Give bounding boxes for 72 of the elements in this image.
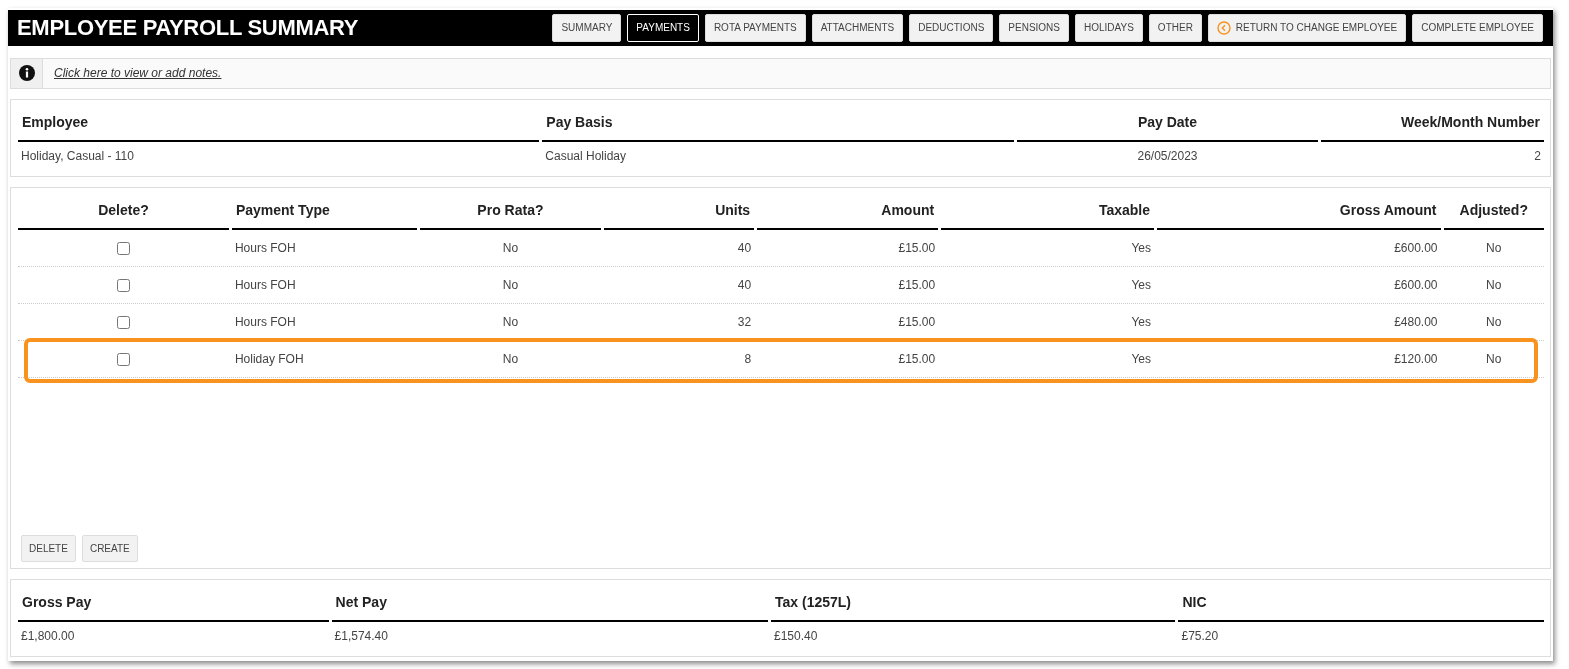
table-cell-text: £120.00 (1393, 351, 1439, 369)
table-cell-text: No (501, 314, 520, 332)
table-cell-text: £480.00 (1393, 314, 1439, 332)
table-cell-text: No (1485, 277, 1503, 295)
table-cell-text: Casual Holiday (544, 148, 628, 166)
table-cell-text: No (1485, 240, 1503, 258)
column-header: Units (603, 192, 755, 231)
table-cell-text: £15.00 (897, 277, 937, 295)
column-header: Net Pay (331, 584, 768, 622)
back-chevron-icon (1216, 20, 1231, 35)
table-cell-text: 40 (736, 277, 753, 295)
table-cell-text: Hours FOH (233, 240, 297, 258)
column-header: Pay Basis (542, 104, 1014, 143)
table-cell-text: Yes (1130, 351, 1153, 369)
column-header: Taxable (941, 192, 1155, 231)
delete-checkbox[interactable] (116, 241, 130, 255)
table-cell-text: 32 (736, 314, 753, 332)
column-header: Gross Pay (18, 584, 329, 622)
nav-tab[interactable]: PAYMENTS (627, 13, 699, 42)
column-header: Amount (757, 192, 939, 231)
delete-checkbox[interactable] (116, 278, 130, 292)
column-header: Pro Rata? (419, 192, 601, 231)
column-header: Pay Date (1016, 104, 1319, 143)
table-cell-text: £75.20 (1180, 628, 1220, 645)
nav-tab[interactable]: ATTACHMENTS (811, 13, 904, 42)
column-header: Gross Amount (1157, 192, 1441, 231)
table-cell-text: £600.00 (1393, 240, 1439, 258)
delete-checkbox[interactable] (116, 315, 130, 329)
column-header: Adjusted? (1443, 192, 1544, 231)
nav-tab[interactable]: HOLIDAYS (1075, 13, 1143, 42)
info-icon (18, 65, 35, 82)
table-cell-text: £15.00 (897, 314, 937, 332)
column-header: Employee (18, 104, 540, 143)
table-cell-text: 26/05/2023 (1136, 148, 1199, 166)
table-cell-text: £1,574.40 (333, 628, 389, 645)
table-cell-text: Holiday, Casual - 110 (20, 148, 135, 166)
table-cell-text: Yes (1130, 277, 1153, 295)
table-cell-text: Hours FOH (233, 314, 297, 332)
table-cell-text: No (501, 351, 520, 369)
column-header: Payment Type (231, 192, 417, 231)
return-button[interactable]: RETURN TO CHANGE EMPLOYEE (1207, 13, 1407, 42)
table-cell-text: 8 (743, 351, 753, 369)
nav-tab[interactable]: DEDUCTIONS (909, 13, 994, 42)
table-cell-text: Hours FOH (233, 277, 297, 295)
column-header: Tax (1257L) (771, 584, 1176, 622)
table-cell-text: 40 (736, 240, 753, 258)
action-button[interactable]: CREATE (81, 535, 138, 562)
column-header: Week/Month Number (1321, 104, 1544, 143)
nav-tab[interactable]: COMPLETE EMPLOYEE (1412, 13, 1543, 42)
notes-link[interactable]: Click here to view or add notes. (54, 66, 222, 81)
delete-checkbox[interactable] (116, 352, 130, 366)
column-header: NIC (1178, 584, 1544, 622)
table-cell-text: No (1485, 351, 1503, 369)
table-cell-text: 2 (1533, 148, 1542, 166)
table-cell-text: Yes (1130, 240, 1153, 258)
table-cell-text: £15.00 (897, 351, 937, 369)
nav-tab[interactable]: SUMMARY (552, 13, 622, 42)
nav-tab[interactable]: OTHER (1148, 13, 1202, 42)
table-cell-text: £150.40 (773, 628, 819, 645)
nav-tab[interactable]: ROTA PAYMENTS (704, 13, 806, 42)
column-header: Delete? (18, 192, 229, 231)
action-button[interactable]: DELETE (21, 535, 76, 562)
table-cell-text: Yes (1130, 314, 1153, 332)
table-cell-text: Holiday FOH (233, 351, 305, 369)
table-cell-text: No (501, 277, 520, 295)
table-cell-text: £15.00 (897, 240, 937, 258)
nav-tab[interactable]: PENSIONS (999, 13, 1069, 42)
table-cell-text: £1,800.00 (20, 628, 76, 645)
table-cell-text: No (1485, 314, 1503, 332)
table-cell-text: No (501, 240, 520, 258)
page-title: EMPLOYEE PAYROLL SUMMARY (17, 14, 360, 41)
table-cell-text: £600.00 (1393, 277, 1439, 295)
